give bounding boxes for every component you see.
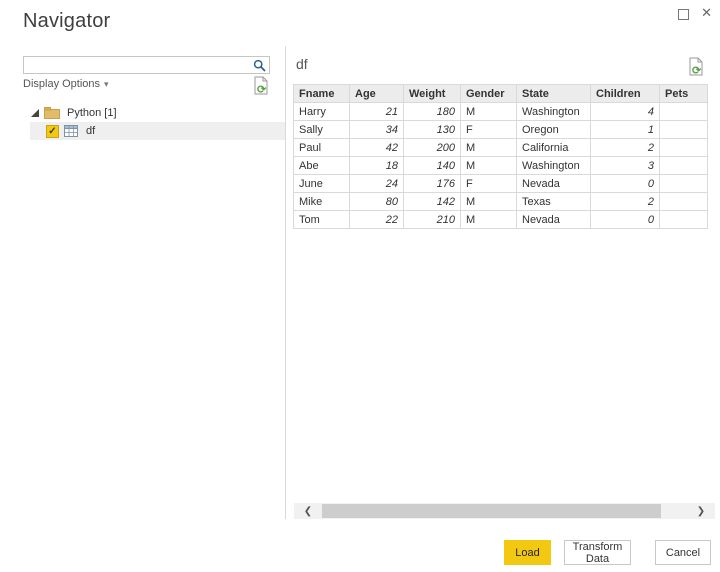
tree-node-df[interactable]: ✓ df [30,122,285,140]
table-row: Tom22210MNevada0 [294,211,708,229]
horizontal-scrollbar[interactable]: ❮ ❯ [294,503,715,519]
table-cell: 130 [404,121,461,139]
table-row: Paul42200MCalifornia2 [294,139,708,157]
table-cell [660,139,708,157]
table-cell: 210 [404,211,461,229]
cancel-button[interactable]: Cancel [655,540,711,565]
refresh-preview-icon[interactable]: ⟳ [253,76,269,95]
display-options-menu[interactable]: Display Options ▾ [23,78,109,90]
table-cell: 80 [350,193,404,211]
table-cell: M [461,157,517,175]
table-cell: California [517,139,591,157]
column-header-state: State [517,85,591,103]
search-icon [253,59,266,72]
table-cell: 21 [350,103,404,121]
table-cell: Abe [294,157,350,175]
svg-text:⟳: ⟳ [257,84,267,95]
expand-collapse-icon[interactable] [30,108,40,118]
table-cell: 1 [591,121,660,139]
table-row: Sally34130FOregon1 [294,121,708,139]
refresh-preview-icon[interactable]: ⟳ [688,57,704,76]
search-input[interactable] [24,58,253,72]
table-cell: Paul [294,139,350,157]
checkbox-checked[interactable]: ✓ [46,125,59,138]
navigation-tree: Python [1] ✓ df [0,104,285,140]
table-cell: Tom [294,211,350,229]
table-cell: Sally [294,121,350,139]
column-header-weight: Weight [404,85,461,103]
table-cell: June [294,175,350,193]
table-cell: M [461,139,517,157]
table-icon [64,125,78,137]
table-cell: 42 [350,139,404,157]
table-cell: Harry [294,103,350,121]
table-cell: M [461,211,517,229]
search-box [23,56,270,74]
table-cell [660,103,708,121]
table-row: June24176FNevada0 [294,175,708,193]
load-button[interactable]: Load [504,540,551,565]
transform-data-button[interactable]: Transform Data [564,540,631,565]
window-controls: ✕ [678,4,712,22]
table-row: Abe18140MWashington3 [294,157,708,175]
table-cell: 0 [591,211,660,229]
table-cell: Washington [517,103,591,121]
table-row: Mike80142MTexas2 [294,193,708,211]
table-cell: 18 [350,157,404,175]
maximize-icon[interactable] [678,9,689,20]
display-options-label: Display Options [23,78,100,90]
table-cell: M [461,103,517,121]
table-cell: F [461,121,517,139]
table-cell [660,121,708,139]
table-cell: 24 [350,175,404,193]
table-row: Harry21180MWashington4 [294,103,708,121]
table-cell: M [461,193,517,211]
panel-divider [285,46,286,519]
folder-icon [44,107,60,119]
preview-table: FnameAgeWeightGenderStateChildrenPets Ha… [293,84,708,229]
table-cell: 2 [591,193,660,211]
chevron-down-icon: ▾ [104,79,109,89]
column-header-fname: Fname [294,85,350,103]
tree-folder-label: Python [1] [67,107,117,119]
column-header-age: Age [350,85,404,103]
table-cell: 0 [591,175,660,193]
scrollbar-thumb[interactable] [322,504,661,518]
close-icon[interactable]: ✕ [701,4,712,22]
table-cell: 200 [404,139,461,157]
table-cell: 140 [404,157,461,175]
chevron-left-icon[interactable]: ❮ [300,503,316,519]
table-cell: 22 [350,211,404,229]
column-header-children: Children [591,85,660,103]
column-header-pets: Pets [660,85,708,103]
table-cell: Nevada [517,175,591,193]
table-cell: Mike [294,193,350,211]
table-cell: F [461,175,517,193]
navigator-dialog: Navigator ✕ Display Options▾ ⟳ Python [0,0,720,572]
table-cell: 142 [404,193,461,211]
table-cell [660,175,708,193]
column-header-gender: Gender [461,85,517,103]
table-cell: Washington [517,157,591,175]
table-cell: Oregon [517,121,591,139]
table-cell: 4 [591,103,660,121]
preview-title: df [296,56,308,72]
table-cell: 3 [591,157,660,175]
table-cell: Nevada [517,211,591,229]
table-cell: Texas [517,193,591,211]
svg-text:⟳: ⟳ [692,65,702,76]
table-cell: 180 [404,103,461,121]
page-title: Navigator [23,10,110,33]
table-cell [660,211,708,229]
table-cell: 176 [404,175,461,193]
table-header-row: FnameAgeWeightGenderStateChildrenPets [294,85,708,103]
chevron-right-icon[interactable]: ❯ [693,503,709,519]
tree-node-python[interactable]: Python [1] [0,104,285,122]
table-cell: 34 [350,121,404,139]
tree-item-label: df [86,125,95,137]
table-cell [660,157,708,175]
table-cell: 2 [591,139,660,157]
table-cell [660,193,708,211]
